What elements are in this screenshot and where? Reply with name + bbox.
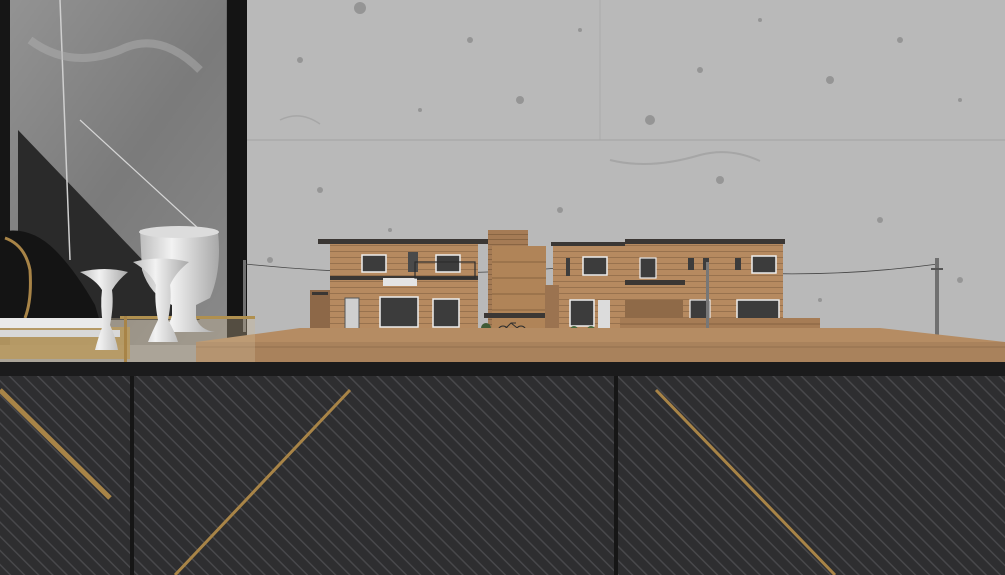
utility-pole-icon xyxy=(706,262,709,338)
building-model xyxy=(310,230,820,338)
scene-canvas xyxy=(0,0,1005,575)
cabinet-top xyxy=(0,362,1005,376)
interior-scene xyxy=(0,0,1005,575)
cabinet-icon xyxy=(0,376,1005,575)
